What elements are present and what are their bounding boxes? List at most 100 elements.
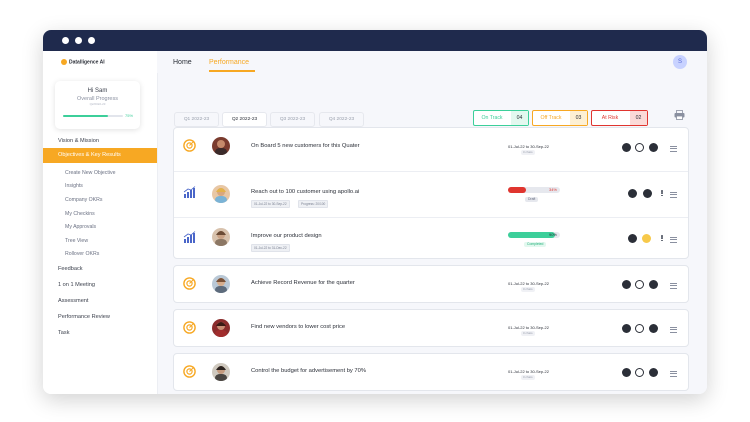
- sidebar-item-tree-view[interactable]: Tree View: [43, 238, 157, 244]
- window-dot-icon[interactable]: [75, 37, 82, 44]
- objective-title[interactable]: Find new vendors to lower cost price: [251, 324, 345, 330]
- objective-title[interactable]: Achieve Record Revenue for the quarter: [251, 280, 355, 286]
- sidebar-item-assessment[interactable]: Assessment: [43, 298, 157, 304]
- greeting: Hi Sam: [87, 88, 108, 94]
- clock-icon[interactable]: [635, 143, 644, 152]
- sidebar-item-insights[interactable]: Insights: [43, 183, 157, 189]
- sidebar-item-create-objective[interactable]: Create New Objective: [43, 170, 157, 176]
- chat-icon[interactable]: [628, 189, 637, 198]
- status-label: At Risk: [601, 115, 619, 121]
- status-label: On Track: [481, 115, 503, 121]
- target-icon: [183, 365, 196, 378]
- clock-icon[interactable]: [635, 280, 644, 289]
- objective-row[interactable]: Improve our product design 01-Jul-22 to …: [174, 218, 688, 262]
- objective-dates: 01-Jul-22 to 30-Sep-22: [508, 369, 549, 374]
- avatar[interactable]: [212, 185, 230, 203]
- menu-icon[interactable]: [670, 371, 677, 377]
- sidebar-item-performance-review[interactable]: Performance Review: [43, 314, 157, 320]
- tab-performance[interactable]: Performance: [209, 59, 249, 66]
- chat-icon[interactable]: [649, 324, 658, 333]
- brand-logo[interactable]: Datalligence AI: [61, 59, 105, 65]
- target-icon: [183, 277, 196, 290]
- objective-row[interactable]: On Board 5 new customers for this Quater…: [174, 128, 688, 172]
- owner-icon[interactable]: [622, 143, 631, 152]
- user-progress-card: Hi Sam Overall Progress Q2/2022-23 75%: [55, 81, 140, 129]
- chat-icon[interactable]: [628, 234, 637, 243]
- owner-icon[interactable]: [622, 324, 631, 333]
- sidebar-item-approvals[interactable]: My Approvals: [43, 224, 157, 230]
- avatar[interactable]: [212, 275, 230, 293]
- objective-group: Control the budget for advertisement by …: [173, 353, 689, 391]
- more-icon[interactable]: [661, 235, 663, 242]
- app-window: Datalligence AI Hi Sam Overall Progress …: [43, 30, 707, 394]
- window-dot-icon[interactable]: [62, 37, 69, 44]
- bar-chart-icon: [183, 231, 196, 243]
- print-icon[interactable]: [674, 110, 685, 120]
- menu-icon[interactable]: [670, 283, 677, 289]
- menu-icon[interactable]: [670, 237, 677, 243]
- sun-icon[interactable]: [642, 234, 651, 243]
- objective-title[interactable]: Control the budget for advertisement by …: [251, 368, 366, 374]
- avatar[interactable]: [212, 228, 230, 246]
- progress-bar: 90%: [508, 232, 560, 238]
- objective-row[interactable]: Control the budget for advertisement by …: [174, 354, 688, 390]
- more-icon[interactable]: [661, 190, 663, 197]
- sidebar-item-okr[interactable]: Objectives & Key Results: [43, 148, 157, 163]
- chat-icon[interactable]: [649, 280, 658, 289]
- progress-fill: [508, 187, 526, 193]
- menu-icon[interactable]: [670, 146, 677, 152]
- target-icon: [183, 321, 196, 334]
- quarter-q4[interactable]: Q4 2022-23: [319, 112, 364, 127]
- owner-icon[interactable]: [622, 368, 631, 377]
- owner-icon[interactable]: [643, 189, 652, 198]
- target-icon: [183, 139, 196, 152]
- chat-count[interactable]: 0 chats: [521, 331, 535, 336]
- clock-icon[interactable]: [635, 368, 644, 377]
- objective-title[interactable]: Improve our product design: [251, 233, 322, 239]
- avatar[interactable]: [212, 319, 230, 337]
- sidebar-item-rollover[interactable]: Rollover OKRs: [43, 251, 157, 257]
- tab-home[interactable]: Home: [173, 59, 192, 66]
- chat-count[interactable]: 0 chats: [521, 375, 535, 380]
- chat-count[interactable]: 0 chats: [521, 150, 535, 155]
- sidebar-item-task[interactable]: Task: [43, 330, 157, 336]
- objective-row[interactable]: Find new vendors to lower cost price 01-…: [174, 310, 688, 346]
- sidebar-item-checkins[interactable]: My Checkins: [43, 211, 157, 217]
- quarter-q3[interactable]: Q3 2022-23: [270, 112, 315, 127]
- chat-icon[interactable]: [649, 368, 658, 377]
- status-count: 02: [630, 111, 647, 125]
- chat-count[interactable]: 0 chats: [521, 287, 535, 292]
- menu-icon[interactable]: [670, 327, 677, 333]
- clock-icon[interactable]: [635, 324, 644, 333]
- objective-group: On Board 5 new customers for this Quater…: [173, 127, 689, 259]
- sidebar-item-meeting[interactable]: 1 on 1 Meeting: [43, 282, 157, 288]
- sidebar: Datalligence AI Hi Sam Overall Progress …: [43, 51, 158, 394]
- owner-icon[interactable]: [622, 280, 631, 289]
- objective-dates: 01-Jul-22 to 30-Sep-22: [508, 144, 549, 149]
- overall-progress-fill: [63, 115, 108, 117]
- quarter-q2[interactable]: Q2 2022-23: [222, 112, 267, 127]
- objective-title[interactable]: On Board 5 new customers for this Quater: [251, 143, 360, 149]
- objective-title[interactable]: Reach out to 100 customer using apollo.a…: [251, 189, 359, 195]
- objective-row[interactable]: Reach out to 100 customer using apollo.a…: [174, 172, 688, 216]
- status-off-track[interactable]: Off Track 03: [532, 110, 588, 126]
- status-on-track[interactable]: On Track 04: [473, 110, 529, 126]
- bar-chart-icon: [183, 186, 196, 198]
- objective-row[interactable]: Achieve Record Revenue for the quarter 0…: [174, 266, 688, 302]
- window-dot-icon[interactable]: [88, 37, 95, 44]
- sidebar-item-feedback[interactable]: Feedback: [43, 266, 157, 272]
- window-titlebar: [43, 30, 707, 51]
- top-nav: Home Performance S: [157, 51, 707, 73]
- date-chip: 01-Jul-22 to 30-Sep-22: [251, 200, 290, 208]
- chat-icon[interactable]: [649, 143, 658, 152]
- active-tab-indicator: [209, 70, 255, 72]
- date-chip: 01-Jul-22 to 31-Dec-22: [251, 244, 290, 252]
- sidebar-item-company-okrs[interactable]: Company OKRs: [43, 197, 157, 203]
- avatar[interactable]: [212, 363, 230, 381]
- menu-icon[interactable]: [670, 192, 677, 198]
- quarter-q1[interactable]: Q1 2022-23: [174, 112, 219, 127]
- avatar[interactable]: [212, 137, 230, 155]
- status-at-risk[interactable]: At Risk 02: [591, 110, 648, 126]
- sidebar-item-vision[interactable]: Vision & Mission: [43, 138, 157, 144]
- avatar[interactable]: S: [673, 55, 687, 69]
